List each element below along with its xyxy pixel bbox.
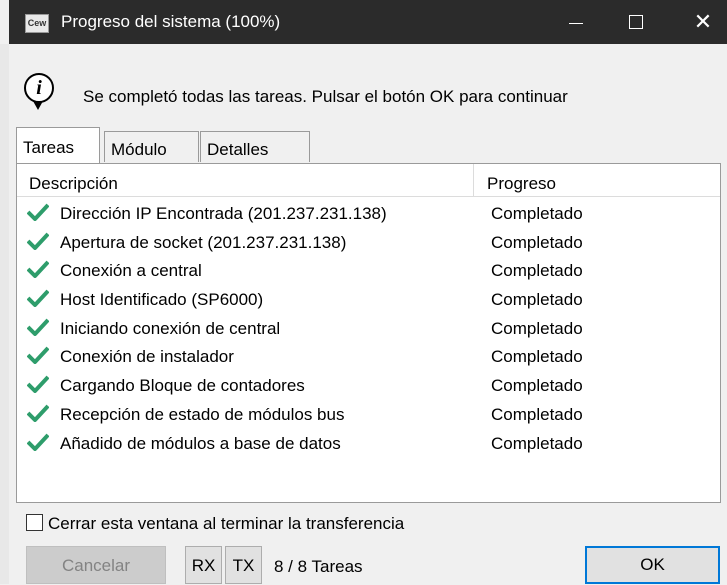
task-status: Completado (491, 290, 583, 310)
checkmark-icon (27, 203, 49, 221)
task-row[interactable]: Recepción de estado de módulos bus Comple… (17, 402, 720, 431)
task-list: Dirección IP Encontrada (201.237.231.138… (17, 201, 720, 459)
task-description: Conexión de instalador (60, 347, 234, 367)
checkmark-icon (27, 261, 49, 279)
checkmark-icon (27, 347, 49, 365)
task-status: Completado (491, 232, 583, 252)
tab-tareas[interactable]: Tareas (16, 127, 100, 163)
task-status: Completado (491, 376, 583, 396)
task-status: Completado (491, 347, 583, 367)
column-header-progress[interactable]: Progreso (487, 174, 556, 194)
task-count: 8 / 8 Tareas (274, 557, 363, 576)
close-on-finish-label[interactable]: Cerrar esta ventana al terminar la trans… (48, 514, 404, 534)
task-description: Apertura de socket (201.237.231.138) (60, 232, 347, 252)
task-status: Completado (491, 204, 583, 223)
title-bar[interactable]: Cew Progreso del sistema (100%) ✕ (9, 0, 727, 44)
checkmark-icon (27, 289, 49, 308)
task-description: Cargando Bloque de contadores (60, 376, 305, 396)
task-description: Recepción de estado de módulos bus (60, 404, 345, 424)
checkmark-icon (27, 232, 49, 250)
cancel-button[interactable]: Cancelar (26, 546, 166, 584)
task-row[interactable]: Cargando Bloque de contadores Completado (17, 373, 720, 402)
window-title: Progreso del sistema (100%) (61, 12, 281, 31)
column-divider[interactable] (473, 164, 474, 196)
task-row[interactable]: Conexión a central Completado (17, 258, 720, 287)
close-on-finish-checkbox[interactable] (26, 514, 43, 531)
task-row[interactable]: Añadido de módulos a base de datos Comple… (17, 431, 720, 460)
tab-modulo[interactable]: Módulo (104, 131, 199, 162)
ok-button[interactable]: OK (585, 546, 720, 584)
minimize-button[interactable] (552, 0, 600, 44)
checkmark-icon (27, 404, 49, 422)
checkmark-icon (27, 375, 49, 394)
task-row[interactable]: Dirección IP Encontrada (201.237.231.138… (17, 201, 720, 230)
tx-button[interactable]: TX (225, 546, 262, 584)
task-row[interactable]: Host Identificado (SP6000) Completado (17, 287, 720, 316)
task-list-panel: Descripción Progreso Dirección IP Encont… (16, 163, 721, 503)
task-status: Completado (491, 261, 583, 281)
task-description: Dirección IP Encontrada (201.237.231.138… (60, 204, 387, 223)
tab-detalles[interactable]: Detalles (200, 131, 310, 162)
app-icon: Cew (25, 14, 49, 33)
task-status: Completado (491, 318, 583, 338)
task-row[interactable]: Conexión de instalador Completado (17, 344, 720, 373)
maximize-button[interactable] (612, 0, 660, 44)
task-description: Añadido de módulos a base de datos (60, 433, 341, 453)
background-edge (0, 44, 9, 584)
checkmark-icon (27, 318, 49, 336)
close-button[interactable]: ✕ (679, 0, 727, 44)
tab-bar: Tareas Módulo Detalles (16, 127, 716, 163)
task-row[interactable]: Iniciando conexión de central Completado (17, 316, 720, 345)
status-message: Se completó todas las tareas. Pulsar el … (83, 87, 568, 106)
task-status: Completado (491, 404, 583, 424)
table-header: Descripción Progreso (17, 164, 720, 197)
task-description: Host Identificado (SP6000) (60, 290, 264, 310)
column-header-description[interactable]: Descripción (29, 174, 118, 194)
task-description: Iniciando conexión de central (60, 318, 281, 338)
info-icon: i (24, 73, 54, 110)
task-status: Completado (491, 433, 583, 453)
rx-button[interactable]: RX (185, 546, 222, 584)
task-description: Conexión a central (60, 261, 202, 281)
task-row[interactable]: Apertura de socket (201.237.231.138) Comp… (17, 230, 720, 259)
checkmark-icon (27, 433, 49, 451)
